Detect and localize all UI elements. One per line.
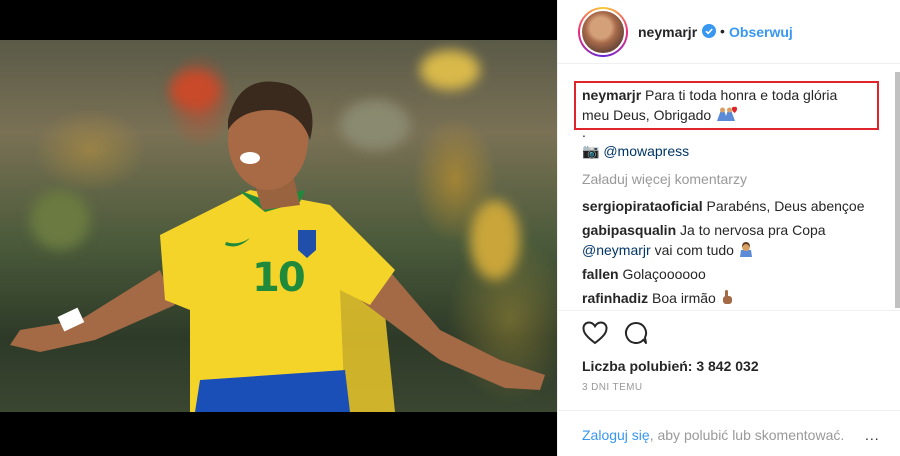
login-prompt-text: , aby polubić lub skomentować. <box>649 427 845 443</box>
caption-dot: . <box>582 124 586 140</box>
woman-emoji-icon <box>739 242 752 257</box>
comment-username[interactable]: fallen <box>582 266 619 282</box>
caption-line-1: neymarjr Para ti toda honra e toda glóri… <box>582 85 837 105</box>
comment-item: gabipasqualin Ja to nervosa pra Copa <box>582 220 826 240</box>
post-sidebar: neymarjr • Obserwuj neymarjr Para ti tod… <box>557 0 900 456</box>
follow-button[interactable]: Obserwuj <box>729 24 793 40</box>
comment-item: fallen Golaçoooooo <box>582 264 706 284</box>
post-media: 10 <box>0 0 557 456</box>
player-illustration <box>10 81 545 412</box>
post-footer: Zaloguj się, aby polubić lub skomentować… <box>558 410 900 456</box>
comment-text: Parabéns, Deus abençoe <box>706 198 865 214</box>
post-photo[interactable]: 10 <box>0 40 557 412</box>
post-actions: Liczba polubień: 3 842 032 3 DNI TEMU <box>558 310 900 410</box>
jersey-number: 10 <box>252 255 306 301</box>
comment-mention-link[interactable]: @neymarjr <box>582 242 651 258</box>
post-timestamp[interactable]: 3 DNI TEMU <box>582 382 643 393</box>
more-options-button[interactable]: ... <box>865 427 880 443</box>
avatar-image <box>580 9 626 55</box>
credit-mention-link[interactable]: @mowapress <box>603 143 689 159</box>
post-header: neymarjr • Obserwuj <box>558 0 900 64</box>
avatar[interactable] <box>578 7 628 57</box>
comment-text: Ja to nervosa pra Copa <box>680 222 826 238</box>
comment-item-continuation: @neymarjr vai com tudo <box>582 240 754 260</box>
comment-item: rafinhadiz Boa irmão <box>582 288 734 308</box>
comment-username[interactable]: sergiopirataoficial <box>582 198 703 214</box>
comment-item: sergiopirataoficial Parabéns, Deus abenç… <box>582 196 864 216</box>
login-link[interactable]: Zaloguj się <box>582 427 650 443</box>
camera-emoji-icon: 📷 <box>582 143 600 159</box>
heart-icon[interactable] <box>582 321 608 345</box>
verified-badge-icon <box>702 24 716 38</box>
likes-count[interactable]: Liczba polubień: 3 842 032 <box>582 358 759 374</box>
caption-username[interactable]: neymarjr <box>582 87 641 103</box>
praying-hands-heart-emoji-icon <box>717 106 738 121</box>
comments-scrollbar[interactable] <box>895 64 900 310</box>
caption-text-2: meu Deus, Obrigado <box>582 107 712 123</box>
caption-line-2: meu Deus, Obrigado <box>582 105 738 125</box>
pointing-up-emoji-icon <box>722 290 732 304</box>
comments-list: neymarjr Para ti toda honra e toda glóri… <box>558 64 900 310</box>
caption-text-1: Para ti toda honra e toda glória <box>645 87 838 103</box>
comment-text: Golaçoooooo <box>622 266 706 282</box>
comment-username[interactable]: gabipasqualin <box>582 222 676 238</box>
scrollbar-thumb[interactable] <box>895 72 900 308</box>
comment-text: vai com tudo <box>654 242 734 258</box>
header-separator: • <box>720 23 725 39</box>
comment-username[interactable]: rafinhadiz <box>582 290 648 306</box>
header-username[interactable]: neymarjr <box>638 24 697 40</box>
caption-credit-line: 📷 @mowapress <box>582 141 689 161</box>
comment-bubble-icon[interactable] <box>624 321 648 345</box>
load-more-comments-button[interactable]: Załaduj więcej komentarzy <box>582 169 747 189</box>
comment-text: Boa irmão <box>652 290 716 306</box>
login-prompt: Zaloguj się, aby polubić lub skomentować… <box>582 427 844 443</box>
